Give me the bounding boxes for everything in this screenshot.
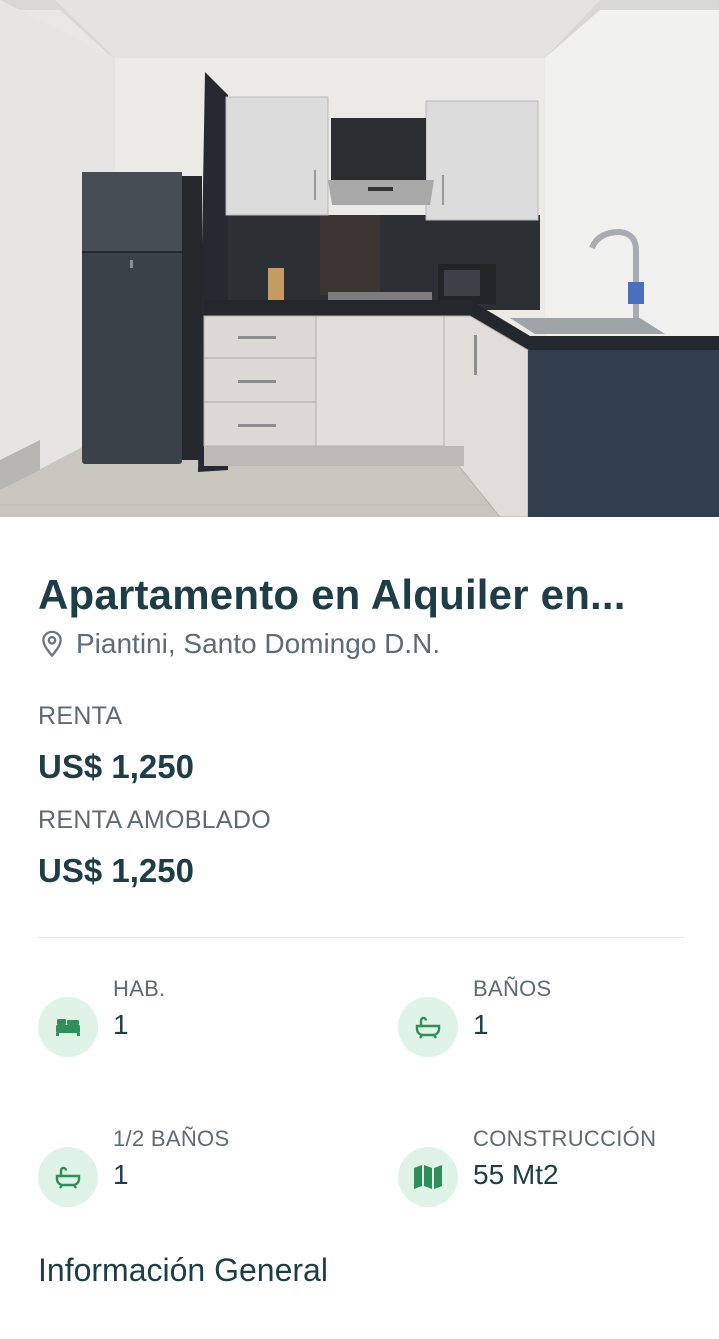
- location-text: Piantini, Santo Domingo D.N.: [76, 628, 441, 659]
- bathtub-icon: [38, 1147, 98, 1207]
- feature-label: CONSTRUCCIÓN: [473, 1126, 657, 1151]
- price-label-renta-amoblado: RENTA AMOBLADO: [38, 806, 271, 834]
- listing-title[interactable]: Apartamento en Alquiler en...: [38, 570, 684, 620]
- kitchen-photo-illustration: [0, 0, 719, 517]
- bed-icon: [38, 997, 98, 1057]
- listing-location: Piantini, Santo Domingo D.N.: [38, 627, 440, 661]
- price-value-renta: US$ 1,250: [38, 748, 194, 785]
- feature-value: 55 Mt2: [473, 1159, 559, 1190]
- feature-label: 1/2 BAÑOS: [113, 1126, 230, 1151]
- feature-label: BAÑOS: [473, 976, 552, 1001]
- feature-bathrooms: BAÑOS 1: [398, 975, 552, 1057]
- feature-value: 1: [113, 1159, 129, 1190]
- listing-photo[interactable]: [0, 0, 719, 517]
- feature-value: 1: [113, 1009, 129, 1040]
- general-info-heading: Información General: [38, 1252, 328, 1288]
- bathtub-icon: [398, 997, 458, 1057]
- feature-half-baths: 1/2 BAÑOS 1: [38, 1125, 229, 1207]
- feature-label: HAB.: [113, 976, 166, 1001]
- feature-construction: CONSTRUCCIÓN 55 Mt2: [398, 1125, 656, 1207]
- map-icon: [398, 1147, 458, 1207]
- feature-bedrooms: HAB. 1: [38, 975, 166, 1057]
- map-pin-icon: [38, 629, 66, 659]
- divider: [38, 937, 684, 938]
- feature-value: 1: [473, 1009, 489, 1040]
- price-label-renta: RENTA: [38, 702, 123, 730]
- price-value-renta-amoblado: US$ 1,250: [38, 852, 194, 889]
